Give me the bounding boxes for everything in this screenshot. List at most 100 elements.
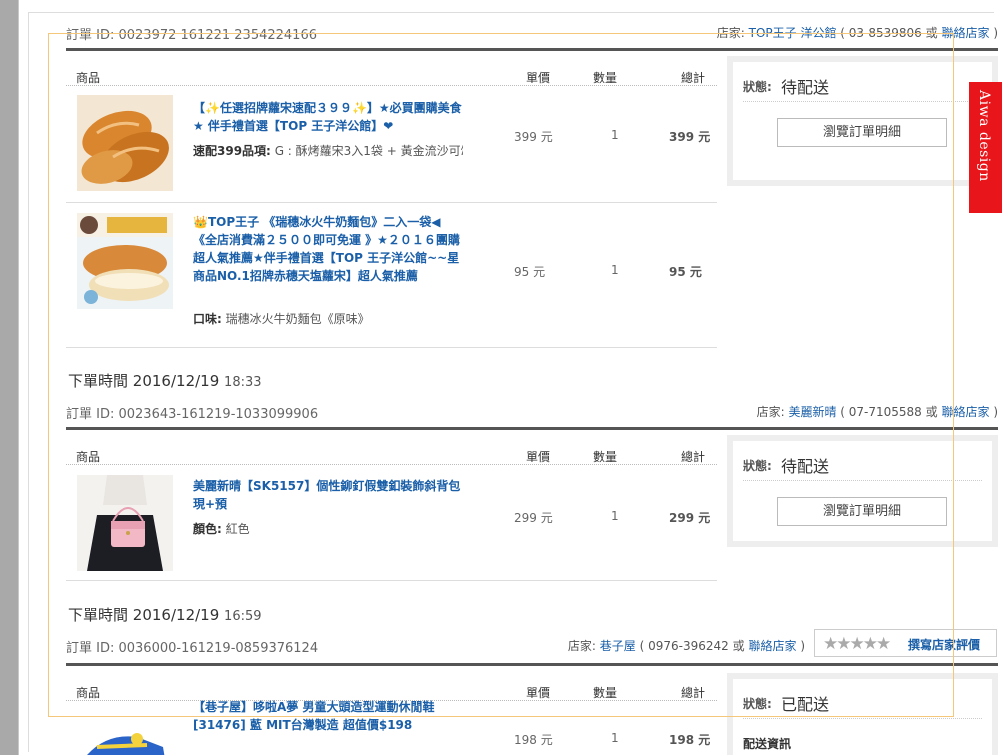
order-date: 2016/12/19 [132,372,220,390]
col-total: 總計 [681,450,706,464]
col-unit-price: 單價 [526,450,551,464]
item-total: 95 元 [669,265,702,279]
order-time: 下單時間 2016/12/19 16:59 [68,604,262,625]
column-header: 商品 單價 數量 總計 [66,64,717,86]
shoe-image-svg [77,725,173,755]
col-product: 商品 [76,686,101,700]
item-total: 198 元 [669,733,711,747]
view-order-detail-button[interactable]: 瀏覽訂單明細 [777,118,947,147]
status-panel: 狀態: 已配送 配送資訊 [727,673,998,755]
order-clock: 18:33 [224,375,262,390]
bag-product-image[interactable] [77,475,173,571]
item-total: 399 元 [669,130,711,144]
contact-store-link[interactable]: 聯絡店家 [941,405,989,419]
order-divider [66,663,998,666]
order-item: 【巷子屋】哆啦A夢 男童大頭造型運動休閒鞋 [31476] 藍 MIT台灣製造 … [66,698,717,755]
order-header: 訂單 ID: 0023643-161219-1033099906 店家: 美麗新… [66,403,998,423]
order-block: 訂單 ID: 0023972 161221 2354224166 店家: TOP… [66,24,998,348]
store-info: 店家: 美麗新晴 ( 07-7105588 或 聯絡店家 ) [757,403,998,420]
store-prefix: 店家: [756,405,785,419]
status-row: 狀態: 待配送 [743,445,982,481]
col-total: 總計 [681,71,706,85]
order-header: 訂單 ID: 0023972 161221 2354224166 店家: TOP… [66,24,998,44]
side-tab-label: Aiwa design [976,90,992,182]
item-title-link[interactable]: 👑TOP王子 《瑞穗冰火牛奶麵包》二入一袋◀《全店消費滿２５００即可免運 》★２… [193,213,463,303]
item-title-link[interactable]: 美麗新晴【SK5157】個性鉚釘假雙釦裝飾斜背包 現+預 [193,477,463,513]
status-panel: 狀態: 待配送 瀏覽訂單明細 [727,56,998,186]
order-id: 訂單 ID: 0036000-161219-0859376124 [66,641,319,656]
item-price: 399 元 [514,130,553,144]
order-item: 👑TOP王子 《瑞穗冰火牛奶麵包》二入一袋◀《全店消費滿２５００即可免運 》★２… [66,203,717,348]
store-phone: ( 0976-396242 或 [639,639,745,653]
milk-bread-image-svg [77,213,173,309]
milk-bread-product-image[interactable] [77,213,173,309]
order-clock: 16:59 [224,609,262,624]
item-spec: 速配399品項: G : 酥烤蘿宋3入1袋 + 黃金流沙可頌 [193,142,463,159]
status-value: 待配送 [781,78,830,97]
status-row: 狀態: 待配送 [743,66,982,102]
store-name-link[interactable]: TOP王子 洋公館 [749,26,837,40]
item-list: 商品 單價 數量 總計 【巷子屋】哆啦A夢 男童大頭造型運動休閒鞋 [31476… [66,679,717,755]
col-quantity: 數量 [593,686,618,700]
order-divider [66,48,998,51]
order-time: 下單時間 2016/12/19 18:33 [68,370,262,391]
spec-label: 口味: [193,312,222,326]
item-spec: 口味: 瑞穗冰火牛奶麵包《原味》 [193,310,463,327]
contact-store-link[interactable]: 聯絡店家 [748,639,796,653]
store-name-link[interactable]: 美麗新晴 [788,405,836,419]
view-order-detail-button[interactable]: 瀏覽訂單明細 [777,497,947,526]
store-info: 店家: 巷子屋 ( 0976-396242 或 聯絡店家 ) [568,637,805,654]
col-product: 商品 [76,450,101,464]
order-item: 美麗新晴【SK5157】個性鉚釘假雙釦裝飾斜背包 現+預 顏色: 紅色 299 … [66,465,717,581]
order-id: 訂單 ID: 0023643-161219-1033099906 [66,407,319,422]
order-block: 訂單 ID: 0023643-161219-1033099906 店家: 美麗新… [66,403,998,581]
item-price: 95 元 [514,265,546,279]
store-prefix: 店家: [716,26,745,40]
close-paren: ) [800,639,805,653]
column-header: 商品 單價 數量 總計 [66,443,717,465]
bag-image-svg [77,475,173,571]
item-title-link[interactable]: 【巷子屋】哆啦A夢 男童大頭造型運動休閒鞋 [31476] 藍 MIT台灣製造 … [193,698,463,734]
col-product: 商品 [76,71,101,85]
status-panel: 狀態: 待配送 瀏覽訂單明細 [727,435,998,547]
store-info: 店家: TOP王子 洋公館 ( 03-8539806 或 聯絡店家 ) [717,24,998,41]
shoe-product-image[interactable] [77,725,173,755]
store-prefix: 店家: [567,639,596,653]
col-quantity: 數量 [593,450,618,464]
spec-label: 顏色: [193,522,222,536]
spec-label: 速配399品項: [193,144,271,158]
order-date: 2016/12/19 [132,606,220,624]
review-button-label: 撰寫店家評價 [908,638,981,652]
status-label: 狀態: [743,80,772,94]
delivery-info-label: 配送資訊 [743,737,792,751]
item-spec: 顏色: 紅色 [193,520,463,537]
status-row: 狀態: 已配送 [743,683,982,719]
item-total: 299 元 [669,511,711,525]
item-title-link[interactable]: 【✨任選招牌蘿宋速配３９９✨】★必買團購美食★ 伴手禮首選【TOP 王子洋公館】… [193,99,463,135]
order-time-label: 下單時間 [68,372,129,390]
item-qty: 1 [611,263,619,277]
item-qty: 1 [611,128,619,142]
store-name-link[interactable]: 巷子屋 [600,639,636,653]
store-phone: ( 03-8539806 或 [840,26,938,40]
col-unit-price: 單價 [526,71,551,85]
order-id: 訂單 ID: 0023972 161221 2354224166 [66,28,317,43]
order-divider [66,427,998,430]
status-label: 狀態: [743,697,772,711]
col-total: 總計 [681,686,706,700]
aiwa-design-side-tab[interactable]: Aiwa design [969,82,1002,213]
contact-store-link[interactable]: 聯絡店家 [941,26,989,40]
spec-value: 紅色 [225,522,250,536]
order-item: 【✨任選招牌蘿宋速配３９９✨】★必買團購美食★ 伴手禮首選【TOP 王子洋公館】… [66,86,717,203]
item-price: 299 元 [514,511,553,525]
item-list: 商品 單價 數量 總計 【✨任選招牌蘿宋速配３９９✨】★必買團購美食★ 伴手禮首… [66,64,717,348]
item-list: 商品 單價 數量 總計 美麗新晴【SK5157】個性鉚釘假雙釦裝飾斜背包 現+預… [66,443,717,581]
spec-value: 瑞穗冰火牛奶麵包《原味》 [225,312,370,326]
close-paren: ) [993,26,998,40]
write-store-review-button[interactable]: ★★★★★ 撰寫店家評價 [814,629,997,657]
close-paren: ) [993,405,998,419]
bread-product-image[interactable] [77,95,173,191]
col-unit-price: 單價 [526,686,551,700]
status-value: 已配送 [781,695,830,714]
item-qty: 1 [611,731,619,745]
